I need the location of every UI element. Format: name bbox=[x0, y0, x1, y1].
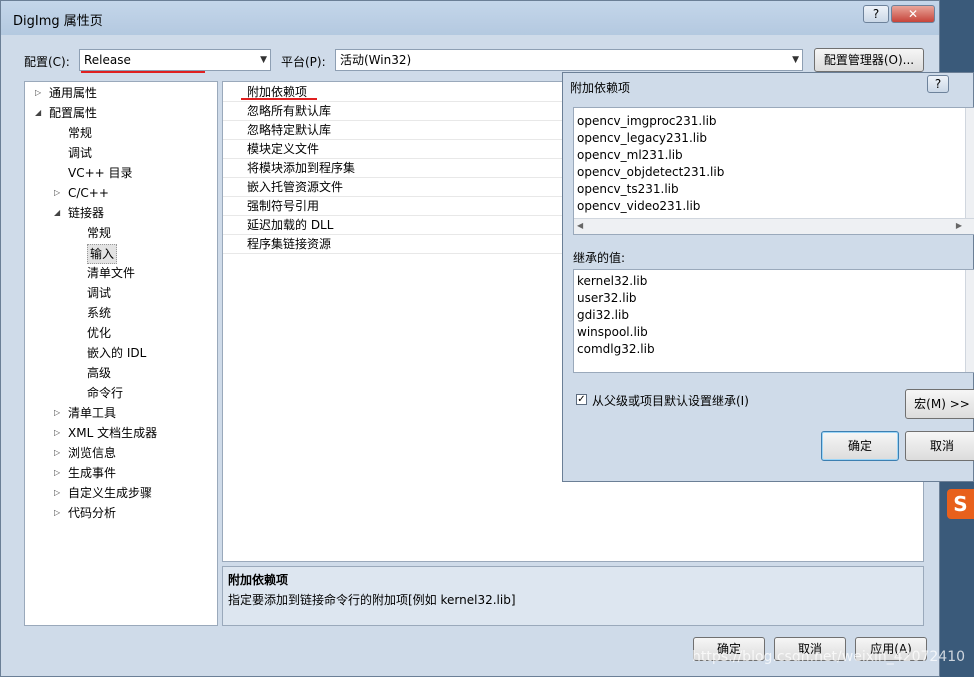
inherited-entry: gdi32.lib bbox=[577, 308, 629, 322]
config-manager-button[interactable]: 配置管理器(O)... bbox=[814, 48, 924, 72]
dialog-cancel-button[interactable]: 取消 bbox=[905, 431, 974, 461]
property-name: 延迟加载的 DLL bbox=[247, 218, 334, 232]
dependency-entry: opencv_legacy231.lib bbox=[577, 131, 708, 145]
property-name: 强制符号引用 bbox=[247, 199, 320, 213]
tree-item[interactable]: 浏览信息 bbox=[68, 444, 116, 462]
expand-toggle-icon[interactable]: ▷ bbox=[54, 404, 64, 422]
property-name: 将模块添加到程序集 bbox=[247, 161, 356, 175]
dialog-help-button[interactable]: ? bbox=[927, 75, 949, 93]
dependency-entry: opencv_video231.lib bbox=[577, 199, 701, 213]
tree-item[interactable]: 通用属性 bbox=[49, 84, 97, 102]
sogou-ime-icon[interactable]: S bbox=[947, 489, 974, 519]
chevron-down-icon: ▼ bbox=[260, 55, 267, 65]
dependency-entry: opencv_ml231.lib bbox=[577, 148, 683, 162]
expand-toggle-icon[interactable]: ▷ bbox=[54, 184, 64, 202]
tree-item[interactable]: 自定义生成步骤 bbox=[68, 484, 152, 502]
inherited-label: 继承的值: bbox=[573, 251, 626, 265]
window-title: DigImg 属性页 bbox=[13, 14, 103, 29]
property-name: 嵌入托管资源文件 bbox=[247, 180, 344, 194]
tree-item[interactable]: 输入 bbox=[87, 244, 118, 264]
tree-item[interactable]: 配置属性 bbox=[49, 104, 97, 122]
tree-item[interactable]: 调试 bbox=[87, 284, 111, 302]
description-panel: 附加依赖项 指定要添加到链接命令行的附加项[例如 kernel32.lib] bbox=[222, 566, 924, 626]
vertical-scrollbar[interactable] bbox=[965, 270, 974, 372]
horizontal-scrollbar[interactable]: ◀ ▶ bbox=[574, 218, 974, 234]
tree-item[interactable]: 常规 bbox=[87, 224, 111, 242]
property-name: 模块定义文件 bbox=[247, 142, 320, 156]
tree-item[interactable]: 清单文件 bbox=[87, 264, 135, 282]
scroll-right-icon[interactable]: ▶ bbox=[956, 221, 962, 230]
expand-toggle-icon[interactable]: ◢ bbox=[54, 204, 64, 222]
chevron-down-icon: ▼ bbox=[792, 55, 799, 65]
expand-toggle-icon[interactable]: ▷ bbox=[54, 484, 64, 502]
tree-item[interactable]: 链接器 bbox=[68, 204, 104, 222]
category-tree: ▷ 通用属性 ◢ 配置属性 常规 调试 VC++ 目录 ▷ C/C++ ◢ 链接器 常规 输入 清单文件调… bbox=[24, 81, 218, 626]
scroll-left-icon[interactable]: ◀ bbox=[577, 221, 583, 230]
watermark: https://blog.csdn.net/weixin_42072410 bbox=[692, 649, 966, 665]
close-button[interactable]: ✕ bbox=[891, 5, 935, 23]
platform-select[interactable]: 活动(Win32) ▼ bbox=[335, 49, 803, 71]
tree-item[interactable]: 高级 bbox=[87, 364, 111, 382]
inherited-entry: comdlg32.lib bbox=[577, 342, 655, 356]
annotation-underline bbox=[241, 98, 317, 100]
inherited-entry: kernel32.lib bbox=[577, 274, 648, 288]
annotation-underline bbox=[81, 71, 205, 73]
description-text: 指定要添加到链接命令行的附加项[例如 kernel32.lib] bbox=[228, 593, 516, 607]
tree-item[interactable]: 调试 bbox=[68, 144, 92, 162]
platform-value: 活动(Win32) bbox=[340, 53, 412, 67]
macro-button[interactable]: 宏(M) >> bbox=[905, 389, 974, 419]
property-name: 忽略特定默认库 bbox=[247, 123, 332, 137]
platform-label: 平台(P): bbox=[281, 55, 326, 69]
config-value: Release bbox=[84, 53, 131, 67]
tree-item[interactable]: C/C++ bbox=[68, 184, 109, 202]
vertical-scrollbar[interactable] bbox=[965, 108, 974, 234]
expand-toggle-icon[interactable]: ◢ bbox=[35, 104, 45, 122]
description-title: 附加依赖项 bbox=[228, 573, 289, 587]
property-name: 程序集链接资源 bbox=[247, 237, 332, 251]
tree-item[interactable]: VC++ 目录 bbox=[68, 164, 133, 182]
tree-item[interactable]: 常规 bbox=[68, 124, 92, 142]
tree-item[interactable]: 清单工具 bbox=[68, 404, 116, 422]
tree-item[interactable]: XML 文档生成器 bbox=[68, 424, 157, 442]
tree-item[interactable]: 嵌入的 IDL bbox=[87, 344, 146, 362]
tree-item[interactable]: 代码分析 bbox=[68, 504, 116, 522]
expand-toggle-icon[interactable]: ▷ bbox=[54, 424, 64, 442]
help-button[interactable]: ? bbox=[863, 5, 889, 23]
inherit-checkbox-label: 从父级或项目默认设置继承(I) bbox=[592, 394, 749, 408]
dependency-entry: opencv_ts231.lib bbox=[577, 182, 679, 196]
dependency-entry: opencv_imgproc231.lib bbox=[577, 114, 717, 128]
tree-item[interactable]: 命令行 bbox=[87, 384, 123, 402]
expand-toggle-icon[interactable]: ▷ bbox=[35, 84, 45, 102]
inherited-values-list: kernel32.lib user32.lib gdi32.lib winspool.… bbox=[573, 269, 974, 373]
tree-item[interactable]: 优化 bbox=[87, 324, 111, 342]
config-label: 配置(C): bbox=[24, 55, 70, 69]
title-bar: DigImg 属性页 ? ✕ bbox=[1, 1, 939, 35]
inherited-entry: user32.lib bbox=[577, 291, 637, 305]
config-select[interactable]: Release ▼ bbox=[79, 49, 271, 71]
expand-toggle-icon[interactable]: ▷ bbox=[54, 444, 64, 462]
expand-toggle-icon[interactable]: ▷ bbox=[54, 464, 64, 482]
dialog-title: 附加依赖项 bbox=[570, 81, 631, 95]
dependencies-editor[interactable]: opencv_imgproc231.lib opencv_legacy231.li… bbox=[573, 107, 974, 235]
dialog-ok-button[interactable]: 确定 bbox=[821, 431, 899, 461]
inherited-entry: winspool.lib bbox=[577, 325, 648, 339]
dependency-entry: opencv_objdetect231.lib bbox=[577, 165, 725, 179]
tree-item[interactable]: 系统 bbox=[87, 304, 111, 322]
additional-dependencies-dialog: 附加依赖项 ? opencv_imgproc231.lib opencv_lega… bbox=[562, 72, 974, 482]
property-name: 忽略所有默认库 bbox=[247, 104, 332, 118]
inherit-checkbox[interactable]: ✓ bbox=[576, 394, 587, 405]
expand-toggle-icon[interactable]: ▷ bbox=[54, 504, 64, 522]
tree-item[interactable]: 生成事件 bbox=[68, 464, 116, 482]
